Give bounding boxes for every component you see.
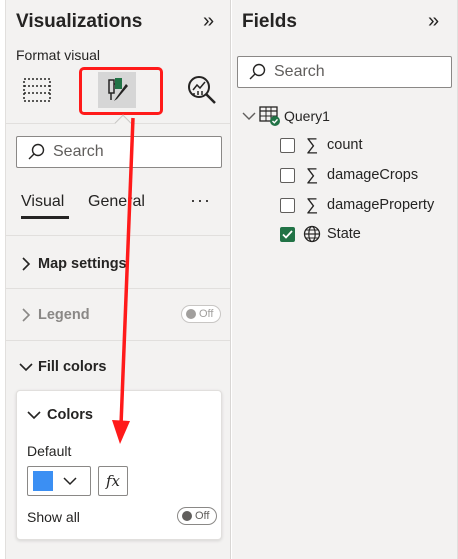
- table-query1[interactable]: Query1: [242, 105, 330, 127]
- annotation-highlight-box: [79, 67, 163, 115]
- toggle-knob: [182, 511, 192, 521]
- field-row-damageproperty[interactable]: ∑ damageProperty: [280, 195, 434, 215]
- tab-visual[interactable]: Visual: [21, 193, 64, 211]
- show-all-toggle-text: Off: [195, 510, 210, 522]
- globe-icon: [301, 225, 323, 243]
- table-icon: [259, 106, 280, 126]
- field-name: State: [327, 226, 361, 242]
- fields-title: Fields: [242, 11, 297, 32]
- table-name: Query1: [284, 108, 330, 124]
- field-row-damagecrops[interactable]: ∑ damageCrops: [280, 165, 418, 185]
- colors-subsection-header[interactable]: Colors: [27, 407, 93, 423]
- field-name: damageCrops: [327, 167, 419, 183]
- colors-label: Colors: [47, 407, 93, 423]
- collapse-fields-button[interactable]: »: [428, 10, 439, 33]
- default-color-picker[interactable]: [27, 466, 91, 496]
- more-options-button[interactable]: ···: [190, 190, 211, 211]
- conditional-formatting-fx-button[interactable]: fx: [98, 466, 128, 496]
- format-visual-label: Format visual: [16, 47, 101, 63]
- chevron-down-icon: [18, 362, 34, 372]
- legend-toggle-text: Off: [199, 308, 214, 320]
- show-all-label: Show all: [27, 509, 80, 525]
- show-all-toggle[interactable]: Off: [177, 507, 217, 525]
- chevron-right-icon: [18, 257, 34, 271]
- field-name: damageProperty: [327, 197, 435, 213]
- format-search-placeholder: Search: [53, 143, 104, 160]
- build-visual-tab[interactable]: [17, 70, 57, 110]
- field-row-count[interactable]: ∑ count: [280, 135, 362, 155]
- field-name: count: [327, 137, 363, 153]
- chevron-right-icon: [18, 308, 34, 322]
- analytics-tab[interactable]: [182, 70, 222, 110]
- checkmark-icon: [282, 229, 293, 239]
- colors-card: Colors Default fx Show all Off: [16, 390, 222, 540]
- search-icon: [249, 63, 266, 80]
- toggle-knob: [186, 309, 196, 319]
- chevron-down-icon: [242, 112, 256, 120]
- sigma-icon: ∑: [305, 165, 319, 184]
- visualizations-title: Visualizations: [16, 11, 143, 32]
- section-divider: [6, 340, 230, 341]
- sigma-icon: ∑: [305, 195, 319, 214]
- fields-search-input[interactable]: Search: [237, 56, 452, 88]
- map-settings-section[interactable]: Map settings: [6, 252, 230, 276]
- legend-toggle[interactable]: Off: [181, 305, 221, 323]
- chevron-down-icon: [63, 476, 77, 486]
- map-settings-label: Map settings: [38, 256, 127, 272]
- selected-tab-pointer: [114, 114, 132, 132]
- legend-label: Legend: [38, 307, 90, 323]
- format-search-input[interactable]: Search: [16, 136, 222, 168]
- visualizations-pane: Visualizations » Format visual Search Vi…: [5, 0, 231, 559]
- section-divider: [6, 288, 230, 289]
- fill-colors-label: Fill colors: [38, 359, 107, 375]
- field-checkbox[interactable]: [280, 197, 295, 213]
- color-swatch: [33, 471, 53, 491]
- field-checkbox[interactable]: [280, 167, 295, 183]
- chevron-down-icon: [27, 411, 41, 420]
- field-row-state[interactable]: State: [280, 225, 361, 243]
- search-icon: [28, 143, 45, 160]
- collapse-visualizations-button[interactable]: »: [203, 10, 214, 33]
- tab-visual-underline: [21, 216, 69, 219]
- build-visual-icon: [23, 78, 51, 102]
- sigma-icon: ∑: [305, 135, 319, 154]
- fill-colors-section[interactable]: Fill colors: [6, 355, 230, 379]
- field-checkbox[interactable]: [280, 137, 295, 153]
- fields-pane: Fields » Search Query1 ∑ count ∑ damageC…: [232, 0, 458, 559]
- tab-general[interactable]: General: [88, 193, 145, 211]
- analytics-magnifier-icon: [188, 76, 216, 104]
- field-checkbox-checked[interactable]: [280, 226, 295, 242]
- tabs-divider: [6, 235, 230, 236]
- default-color-label: Default: [27, 443, 72, 459]
- fields-search-placeholder: Search: [274, 63, 325, 80]
